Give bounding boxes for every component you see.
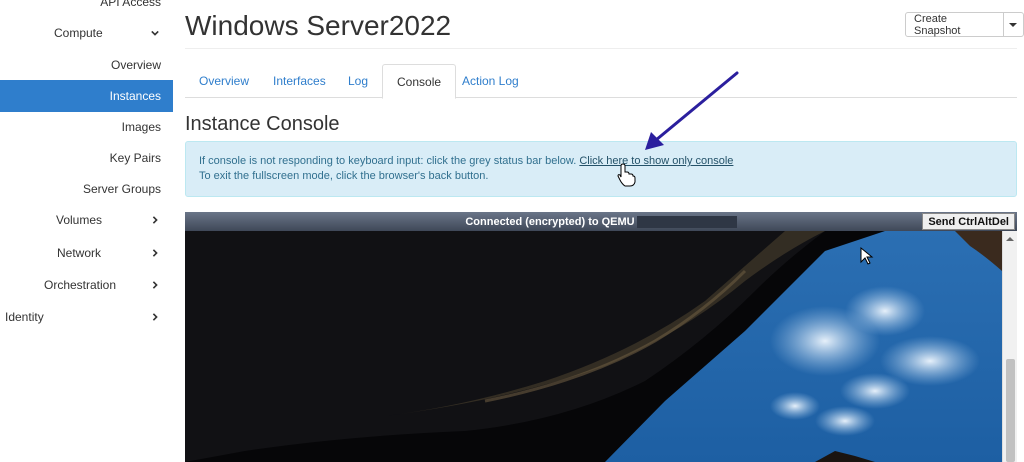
sidebar-item-identity[interactable]: Identity [0,301,173,333]
sidebar-item-orchestration[interactable]: Orchestration [0,269,173,301]
sidebar-item-label: Orchestration [44,278,117,292]
sidebar-item-label: Volumes [56,213,103,227]
redacted-host [636,215,737,228]
section-title: Instance Console [185,113,340,135]
tab-console[interactable]: Console [382,64,457,99]
console-scrollbar[interactable] [1002,231,1017,462]
sidebar-item-label: Images [121,120,161,134]
instance-tabs: Overview Interfaces Log Console Action L… [185,64,1017,99]
console-status-text: Connected (encrypted) to QEMU [465,215,635,228]
sidebar-item-overview[interactable]: Overview [111,49,161,81]
snapshot-button-group: Create Snapshot [905,12,1024,37]
alert-text: If console is not responding to keyboard… [199,155,577,167]
sidebar-item-volumes[interactable]: Volumes [0,204,173,236]
sidebar-item-compute[interactable]: Compute [0,17,173,49]
actions-dropdown-toggle[interactable] [1004,13,1024,36]
tab-interfaces[interactable]: Interfaces [259,64,340,98]
sidebar-item-label: Server Groups [82,182,161,196]
console-status: Connected (encrypted) to QEMU [465,215,737,228]
console-status-bar[interactable]: Connected (encrypted) to QEMU Send CtrlA… [185,212,1017,231]
sidebar-item-server-groups[interactable]: Server Groups [83,173,161,205]
divider [185,48,1017,49]
sidebar-item-label: Key Pairs [109,151,161,165]
sidebar-item-label: Identity [5,310,44,324]
sidebar-item-network[interactable]: Network [0,237,173,269]
sidebar-item-api-access[interactable]: API Access [100,0,161,18]
sidebar-item-key-pairs[interactable]: Key Pairs [110,142,161,174]
alert-line-1: If console is not responding to keyboard… [199,154,1003,169]
sidebar-item-label: Overview [110,58,161,72]
console-screen[interactable] [185,231,1002,462]
windows-wallpaper [185,231,1002,462]
sidebar-item-label: Compute [54,26,103,40]
tab-log[interactable]: Log [334,64,382,98]
sidebar-item-label: API Access [100,0,161,9]
page-title: Windows Server2022 [185,10,452,41]
sidebar-item-instances[interactable]: Instances [0,80,173,112]
alert-line-2: To exit the fullscreen mode, click the b… [199,170,489,182]
console-info-alert: If console is not responding to keyboard… [185,141,1017,197]
sidebar-item-images[interactable]: Images [122,111,161,143]
tab-overview[interactable]: Overview [185,64,263,98]
chevron-down-icon [151,29,159,37]
scroll-up-button[interactable] [1003,233,1017,245]
sidebar: API Access Compute Overview Instances Im… [0,0,173,462]
sidebar-item-label: Network [57,246,102,260]
caret-up-icon [1006,237,1014,241]
chevron-right-icon [151,281,159,289]
chevron-right-icon [151,216,159,224]
chevron-right-icon [151,249,159,257]
show-only-console-link[interactable]: Click here to show only console [579,155,733,167]
scroll-thumb[interactable] [1006,359,1015,462]
tab-action-log[interactable]: Action Log [448,64,533,98]
sidebar-item-label: Instances [109,89,161,103]
caret-down-icon [1009,22,1018,27]
chevron-right-icon [151,313,159,321]
create-snapshot-button[interactable]: Create Snapshot [906,13,1004,37]
vnc-console[interactable]: Connected (encrypted) to QEMU Send CtrlA… [185,212,1017,462]
send-ctrl-alt-del-button[interactable]: Send CtrlAltDel [922,213,1015,230]
